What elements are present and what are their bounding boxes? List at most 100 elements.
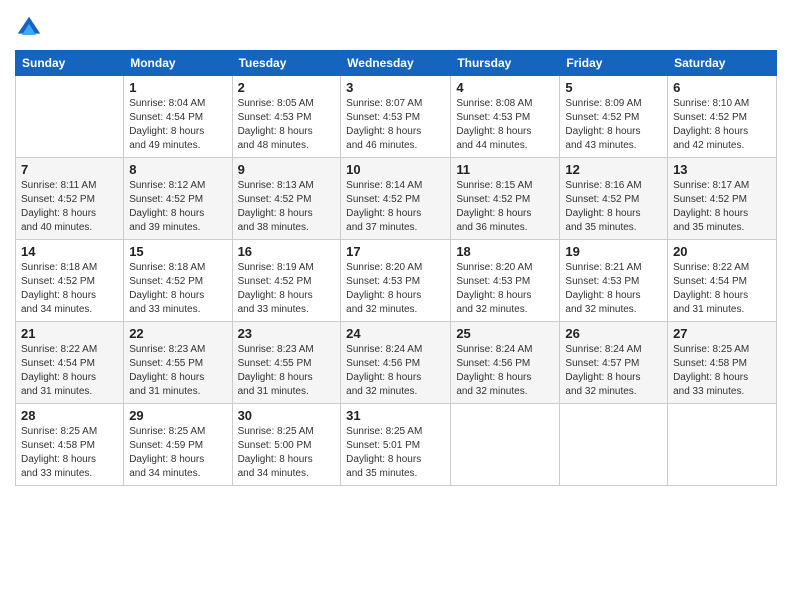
calendar-cell: 28 Sunrise: 8:25 AMSunset: 4:58 PMDayligh…: [16, 404, 124, 486]
calendar-cell: [668, 404, 777, 486]
day-header-tuesday: Tuesday: [232, 51, 341, 76]
calendar-table: SundayMondayTuesdayWednesdayThursdayFrid…: [15, 50, 777, 486]
calendar-cell: 27Sunrise: 8:25 AMSunset: 4:58 PMDayligh…: [668, 322, 777, 404]
day-header-wednesday: Wednesday: [341, 51, 451, 76]
day-number: 31: [346, 408, 445, 423]
day-info: Sunrise: 8:25 AMSunset: 5:01 PMDaylight:…: [346, 425, 445, 481]
day-number: 16: [238, 244, 336, 259]
day-info: Sunrise: 8:12 AMSunset: 4:52 PMDaylight:…: [129, 179, 226, 235]
day-info: Sunrise: 8:24 AMSunset: 4:57 PMDaylight:…: [565, 343, 662, 399]
day-number: 3: [346, 80, 445, 95]
day-info: Sunrise: 8:15 AMSunset: 4:52 PMDaylight:…: [456, 179, 554, 235]
day-number: 5: [565, 80, 662, 95]
day-number: 30: [238, 408, 336, 423]
day-info: Sunrise: 8:04 AMSunset: 4:54 PMDaylight:…: [129, 97, 226, 153]
calendar-cell: 18 Sunrise: 8:20 AMSunset: 4:53 PMDayligh…: [451, 240, 560, 322]
calendar-cell: 7 Sunrise: 8:11 AMSunset: 4:52 PMDaylight…: [16, 158, 124, 240]
calendar-cell: 4 Sunrise: 8:08 AMSunset: 4:53 PMDaylight…: [451, 76, 560, 158]
day-info: Sunrise: 8:09 AMSunset: 4:52 PMDaylight:…: [565, 97, 662, 153]
calendar-cell: 3Sunrise: 8:07 AMSunset: 4:53 PMDaylight…: [341, 76, 451, 158]
day-info: Sunrise: 8:10 AMSunset: 4:52 PMDaylight:…: [673, 97, 771, 153]
calendar-cell: 25Sunrise: 8:24 AMSunset: 4:56 PMDayligh…: [451, 322, 560, 404]
calendar-cell: 16 Sunrise: 8:19 AMSunset: 4:52 PMDayligh…: [232, 240, 341, 322]
day-number: 22: [129, 326, 226, 341]
week-row-4: 21 Sunrise: 8:22 AMSunset: 4:54 PMDayligh…: [16, 322, 777, 404]
calendar-cell: 11 Sunrise: 8:15 AMSunset: 4:52 PMDayligh…: [451, 158, 560, 240]
calendar-cell: [560, 404, 668, 486]
day-number: 8: [129, 162, 226, 177]
calendar-cell: [16, 76, 124, 158]
day-header-monday: Monday: [124, 51, 232, 76]
calendar-cell: 20Sunrise: 8:22 AMSunset: 4:54 PMDayligh…: [668, 240, 777, 322]
day-info: Sunrise: 8:20 AMSunset: 4:53 PMDaylight:…: [346, 261, 445, 317]
calendar-cell: 9 Sunrise: 8:13 AMSunset: 4:52 PMDaylight…: [232, 158, 341, 240]
calendar-cell: 17Sunrise: 8:20 AMSunset: 4:53 PMDayligh…: [341, 240, 451, 322]
day-info: Sunrise: 8:23 AMSunset: 4:55 PMDaylight:…: [129, 343, 226, 399]
calendar-cell: 29 Sunrise: 8:25 AMSunset: 4:59 PMDayligh…: [124, 404, 232, 486]
day-number: 9: [238, 162, 336, 177]
day-number: 1: [129, 80, 226, 95]
day-info: Sunrise: 8:25 AMSunset: 4:58 PMDaylight:…: [21, 425, 118, 481]
day-info: Sunrise: 8:22 AMSunset: 4:54 PMDaylight:…: [673, 261, 771, 317]
day-info: Sunrise: 8:14 AMSunset: 4:52 PMDaylight:…: [346, 179, 445, 235]
day-info: Sunrise: 8:25 AMSunset: 5:00 PMDaylight:…: [238, 425, 336, 481]
calendar-cell: 10Sunrise: 8:14 AMSunset: 4:52 PMDayligh…: [341, 158, 451, 240]
calendar-cell: 14 Sunrise: 8:18 AMSunset: 4:52 PMDayligh…: [16, 240, 124, 322]
week-row-1: 1 Sunrise: 8:04 AMSunset: 4:54 PMDaylight…: [16, 76, 777, 158]
day-header-thursday: Thursday: [451, 51, 560, 76]
calendar-cell: 15 Sunrise: 8:18 AMSunset: 4:52 PMDayligh…: [124, 240, 232, 322]
calendar-cell: 13Sunrise: 8:17 AMSunset: 4:52 PMDayligh…: [668, 158, 777, 240]
day-number: 27: [673, 326, 771, 341]
day-number: 13: [673, 162, 771, 177]
day-number: 2: [238, 80, 336, 95]
day-number: 25: [456, 326, 554, 341]
logo: [15, 14, 47, 42]
day-info: Sunrise: 8:25 AMSunset: 4:59 PMDaylight:…: [129, 425, 226, 481]
day-info: Sunrise: 8:22 AMSunset: 4:54 PMDaylight:…: [21, 343, 118, 399]
week-row-5: 28 Sunrise: 8:25 AMSunset: 4:58 PMDayligh…: [16, 404, 777, 486]
day-info: Sunrise: 8:18 AMSunset: 4:52 PMDaylight:…: [129, 261, 226, 317]
day-info: Sunrise: 8:18 AMSunset: 4:52 PMDaylight:…: [21, 261, 118, 317]
day-info: Sunrise: 8:05 AMSunset: 4:53 PMDaylight:…: [238, 97, 336, 153]
day-number: 11: [456, 162, 554, 177]
day-number: 7: [21, 162, 118, 177]
day-number: 21: [21, 326, 118, 341]
day-number: 14: [21, 244, 118, 259]
day-info: Sunrise: 8:13 AMSunset: 4:52 PMDaylight:…: [238, 179, 336, 235]
calendar-cell: 5 Sunrise: 8:09 AMSunset: 4:52 PMDaylight…: [560, 76, 668, 158]
logo-icon: [15, 14, 43, 42]
day-number: 26: [565, 326, 662, 341]
calendar-cell: [451, 404, 560, 486]
calendar-cell: 24 Sunrise: 8:24 AMSunset: 4:56 PMDayligh…: [341, 322, 451, 404]
days-header-row: SundayMondayTuesdayWednesdayThursdayFrid…: [16, 51, 777, 76]
day-info: Sunrise: 8:16 AMSunset: 4:52 PMDaylight:…: [565, 179, 662, 235]
day-number: 29: [129, 408, 226, 423]
day-info: Sunrise: 8:19 AMSunset: 4:52 PMDaylight:…: [238, 261, 336, 317]
day-info: Sunrise: 8:24 AMSunset: 4:56 PMDaylight:…: [346, 343, 445, 399]
day-info: Sunrise: 8:08 AMSunset: 4:53 PMDaylight:…: [456, 97, 554, 153]
calendar-cell: 26 Sunrise: 8:24 AMSunset: 4:57 PMDayligh…: [560, 322, 668, 404]
day-info: Sunrise: 8:21 AMSunset: 4:53 PMDaylight:…: [565, 261, 662, 317]
page-container: SundayMondayTuesdayWednesdayThursdayFrid…: [0, 0, 792, 496]
calendar-cell: 23 Sunrise: 8:23 AMSunset: 4:55 PMDayligh…: [232, 322, 341, 404]
day-info: Sunrise: 8:23 AMSunset: 4:55 PMDaylight:…: [238, 343, 336, 399]
day-header-sunday: Sunday: [16, 51, 124, 76]
day-header-friday: Friday: [560, 51, 668, 76]
calendar-cell: 12Sunrise: 8:16 AMSunset: 4:52 PMDayligh…: [560, 158, 668, 240]
day-number: 28: [21, 408, 118, 423]
day-info: Sunrise: 8:20 AMSunset: 4:53 PMDaylight:…: [456, 261, 554, 317]
calendar-cell: 31 Sunrise: 8:25 AMSunset: 5:01 PMDayligh…: [341, 404, 451, 486]
calendar-cell: 2 Sunrise: 8:05 AMSunset: 4:53 PMDaylight…: [232, 76, 341, 158]
day-number: 24: [346, 326, 445, 341]
day-number: 19: [565, 244, 662, 259]
day-info: Sunrise: 8:11 AMSunset: 4:52 PMDaylight:…: [21, 179, 118, 235]
week-row-3: 14 Sunrise: 8:18 AMSunset: 4:52 PMDayligh…: [16, 240, 777, 322]
calendar-cell: 30 Sunrise: 8:25 AMSunset: 5:00 PMDayligh…: [232, 404, 341, 486]
calendar-cell: 19 Sunrise: 8:21 AMSunset: 4:53 PMDayligh…: [560, 240, 668, 322]
day-number: 15: [129, 244, 226, 259]
day-number: 18: [456, 244, 554, 259]
day-number: 23: [238, 326, 336, 341]
calendar-cell: 21 Sunrise: 8:22 AMSunset: 4:54 PMDayligh…: [16, 322, 124, 404]
week-row-2: 7 Sunrise: 8:11 AMSunset: 4:52 PMDaylight…: [16, 158, 777, 240]
day-number: 4: [456, 80, 554, 95]
